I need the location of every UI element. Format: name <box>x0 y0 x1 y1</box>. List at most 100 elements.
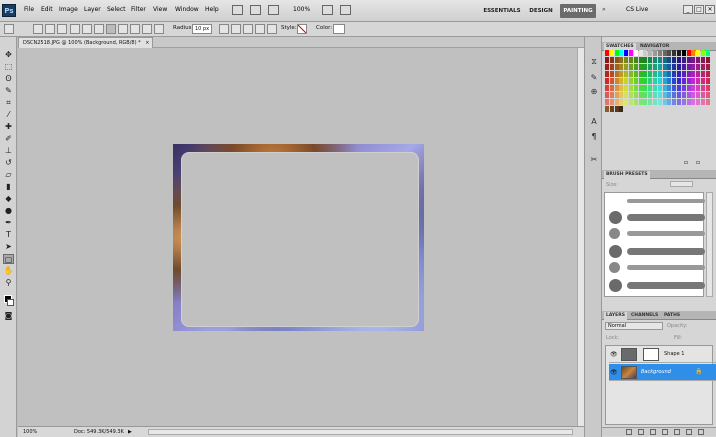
swatch[interactable] <box>672 57 677 63</box>
swatch[interactable] <box>687 106 691 112</box>
swatch[interactable] <box>696 57 701 63</box>
swatch[interactable] <box>657 92 662 98</box>
swatch[interactable] <box>701 85 705 91</box>
swatch[interactable] <box>633 78 638 84</box>
swatch[interactable] <box>662 57 667 63</box>
swatch[interactable] <box>619 106 624 112</box>
clone-source-icon[interactable]: ⊕ <box>589 87 599 97</box>
swatch[interactable] <box>657 85 662 91</box>
swatch[interactable] <box>653 50 657 56</box>
swatch[interactable] <box>648 50 653 56</box>
swatch[interactable] <box>677 50 681 56</box>
crop-tool-icon[interactable]: ⌗ <box>3 98 14 108</box>
tab-layers[interactable]: LAYERS <box>604 312 627 320</box>
radius-input[interactable]: 10 px <box>192 24 212 34</box>
swatch[interactable] <box>609 85 614 91</box>
swatch[interactable] <box>605 99 609 105</box>
layer-name[interactable]: Shape 1 <box>664 351 684 357</box>
swatch[interactable] <box>677 92 681 98</box>
swatch[interactable] <box>686 99 691 105</box>
shape-layers-icon[interactable] <box>33 24 43 34</box>
quick-mask-icon[interactable]: ◙ <box>3 311 14 321</box>
swatch[interactable] <box>667 71 672 77</box>
swatch[interactable] <box>701 78 705 84</box>
workspace-essentials[interactable]: ESSENTIALS <box>480 4 524 18</box>
swatch[interactable] <box>643 64 648 70</box>
character-icon[interactable]: A <box>589 117 599 127</box>
swatch[interactable] <box>614 50 619 56</box>
swatch[interactable] <box>662 99 667 105</box>
swatch[interactable] <box>667 85 672 91</box>
swatch[interactable] <box>638 71 643 77</box>
swatch[interactable] <box>705 85 710 91</box>
swatch[interactable] <box>633 85 638 91</box>
swatch[interactable] <box>686 50 691 56</box>
move-tool-icon[interactable]: ✥ <box>3 50 14 60</box>
ellipse-shape-icon[interactable] <box>118 24 128 34</box>
swatch[interactable] <box>677 85 681 91</box>
swatch[interactable] <box>691 99 696 105</box>
swatch[interactable] <box>705 64 710 70</box>
swatch[interactable] <box>672 64 677 70</box>
swatch[interactable] <box>633 50 638 56</box>
swatch[interactable] <box>609 106 614 112</box>
tab-paths[interactable]: PATHS <box>662 312 682 320</box>
swatch[interactable] <box>657 57 662 63</box>
swatch[interactable] <box>663 106 667 112</box>
swatch[interactable] <box>681 64 686 70</box>
swatch[interactable] <box>614 106 619 112</box>
swatch[interactable] <box>629 50 633 56</box>
document-tab[interactable]: DSCN2518.JPG @ 100% (Background, RGB/8) … <box>18 37 153 48</box>
rounded-rectangle-shape[interactable] <box>181 152 419 327</box>
brush-preset-list[interactable] <box>604 192 705 297</box>
blend-mode-select[interactable]: Normal <box>605 322 663 330</box>
swatch[interactable] <box>609 71 614 77</box>
swatch[interactable] <box>639 106 643 112</box>
eraser-tool-icon[interactable]: ▱ <box>3 170 14 180</box>
swatch[interactable] <box>609 57 614 63</box>
swatch[interactable] <box>705 99 710 105</box>
swatch[interactable] <box>653 92 657 98</box>
custom-shape-icon[interactable] <box>154 24 164 34</box>
swatch[interactable] <box>667 64 672 70</box>
swatch[interactable] <box>619 85 624 91</box>
swatch[interactable] <box>686 71 691 77</box>
paths-icon[interactable] <box>45 24 55 34</box>
type-tool-icon[interactable]: T <box>3 230 14 240</box>
swatch[interactable] <box>653 99 657 105</box>
swatch[interactable] <box>643 92 648 98</box>
swatch[interactable] <box>657 64 662 70</box>
swatch[interactable] <box>605 64 609 70</box>
swatch[interactable] <box>638 57 643 63</box>
swatch[interactable] <box>705 78 710 84</box>
new-group-icon[interactable] <box>674 429 680 435</box>
swatch[interactable] <box>701 99 705 105</box>
swatch[interactable] <box>648 57 653 63</box>
layer-mask-icon[interactable] <box>650 429 656 435</box>
swatch[interactable] <box>638 85 643 91</box>
layer-row-shape-1[interactable]: 👁 Shape 1 <box>609 346 716 363</box>
swatch[interactable] <box>619 99 624 105</box>
polygon-shape-icon[interactable] <box>130 24 140 34</box>
swatch[interactable] <box>653 57 657 63</box>
freeform-pen-icon[interactable] <box>82 24 92 34</box>
swatch[interactable] <box>619 64 624 70</box>
swatch[interactable] <box>686 64 691 70</box>
delete-swatch-icon[interactable]: ▫ <box>696 159 700 166</box>
swatch[interactable] <box>705 92 710 98</box>
swatch[interactable] <box>691 106 695 112</box>
swatch[interactable] <box>648 78 653 84</box>
swatch[interactable] <box>624 92 629 98</box>
swatch[interactable] <box>653 85 657 91</box>
swatch[interactable] <box>609 64 614 70</box>
swatch[interactable] <box>614 57 619 63</box>
swatch[interactable] <box>672 50 677 56</box>
line-shape-icon[interactable] <box>142 24 152 34</box>
swatch[interactable] <box>605 106 609 112</box>
marquee-tool-icon[interactable]: ⬚ <box>3 62 14 72</box>
swatch[interactable] <box>696 50 701 56</box>
swatch[interactable] <box>681 85 686 91</box>
hand-tool-icon[interactable]: ✋ <box>3 266 14 276</box>
swatch[interactable] <box>672 85 677 91</box>
history-icon[interactable]: ⧖ <box>589 57 599 67</box>
